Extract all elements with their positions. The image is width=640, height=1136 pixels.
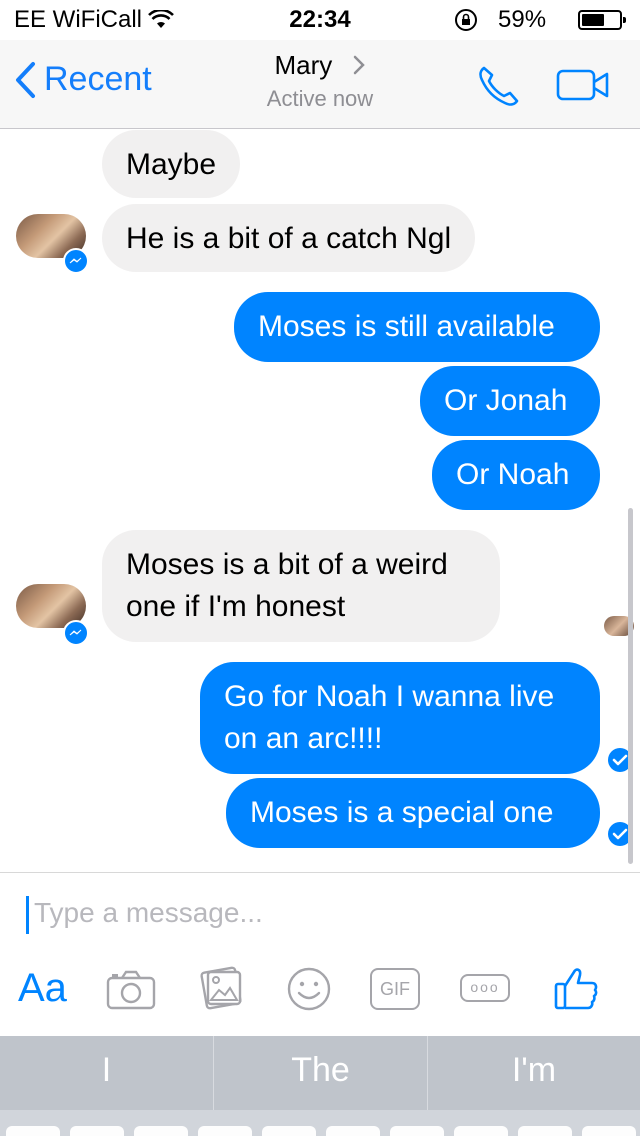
message-text: Moses is a special one — [250, 796, 554, 829]
phone-icon[interactable] — [474, 62, 522, 115]
message-text: Or Jonah — [444, 384, 568, 417]
camera-icon[interactable] — [106, 970, 156, 1015]
message-text-line: one if I'm honest — [126, 590, 346, 623]
active-status: Active now — [266, 86, 374, 111]
contact-name-button[interactable]: Mary — [0, 50, 640, 81]
message-input[interactable]: Type a message... — [34, 897, 263, 929]
photo-icon[interactable] — [194, 962, 246, 1017]
message-text: Maybe — [126, 148, 217, 181]
keyboard-key[interactable] — [582, 1126, 636, 1136]
message-text-line: Go for Noah I wanna live — [224, 680, 555, 713]
video-icon[interactable] — [556, 68, 610, 107]
message-bubble[interactable]: Or Jonah — [420, 366, 600, 436]
keyboard-key[interactable] — [518, 1126, 572, 1136]
contact-name: Mary — [274, 50, 333, 80]
message-text-line: on an arc!!!! — [224, 722, 383, 755]
conversation-header: Recent Mary Active now — [0, 40, 640, 129]
message-text-line: Moses is a bit of a weird — [126, 548, 448, 581]
suggestion-1[interactable]: I — [0, 1036, 213, 1110]
message-bubble[interactable]: Go for Noah I wanna live on an arc!!!! — [200, 662, 600, 774]
message-text: He is a bit of a catch Ngl — [126, 222, 452, 255]
status-bar: EE WiFiCall 22:34 59% — [0, 0, 640, 40]
keyboard-key[interactable] — [262, 1126, 316, 1136]
text-caret — [26, 896, 29, 934]
keyboard-key[interactable] — [134, 1126, 188, 1136]
gif-button[interactable]: GIF — [370, 968, 420, 1010]
message-bubble[interactable]: Moses is a special one — [226, 778, 600, 848]
message-bubble[interactable]: Moses is still available — [234, 292, 600, 362]
chevron-right-icon — [353, 55, 365, 75]
lock-rotation-icon — [454, 8, 478, 39]
keyboard-key[interactable] — [70, 1126, 124, 1136]
message-text: Or Noah — [456, 458, 570, 491]
battery-icon — [578, 10, 626, 30]
battery-percent: 59% — [498, 6, 547, 33]
keyboard-key[interactable] — [6, 1126, 60, 1136]
scrollbar[interactable] — [628, 508, 633, 864]
messenger-badge-icon — [63, 620, 89, 646]
message-bubble[interactable]: Or Noah — [432, 440, 600, 510]
keyboard-key[interactable] — [454, 1126, 508, 1136]
message-bubble[interactable]: Moses is a bit of a weird one if I'm hon… — [102, 530, 500, 642]
message-bubble[interactable]: He is a bit of a catch Ngl — [102, 204, 476, 272]
more-button[interactable]: ooo — [460, 974, 510, 1002]
keyboard-key[interactable] — [326, 1126, 380, 1136]
text-format-button[interactable]: Aa — [18, 966, 67, 1011]
message-bubble[interactable]: Maybe — [102, 130, 241, 198]
emoji-icon[interactable] — [286, 966, 332, 1017]
keyboard-key[interactable] — [198, 1126, 252, 1136]
messenger-badge-icon — [63, 248, 89, 274]
keyboard-key[interactable] — [390, 1126, 444, 1136]
like-icon[interactable] — [552, 964, 600, 1017]
message-text: Moses is still available — [258, 310, 555, 343]
suggestion-3[interactable]: I'm — [428, 1036, 640, 1110]
suggestion-2[interactable]: The — [214, 1036, 427, 1110]
